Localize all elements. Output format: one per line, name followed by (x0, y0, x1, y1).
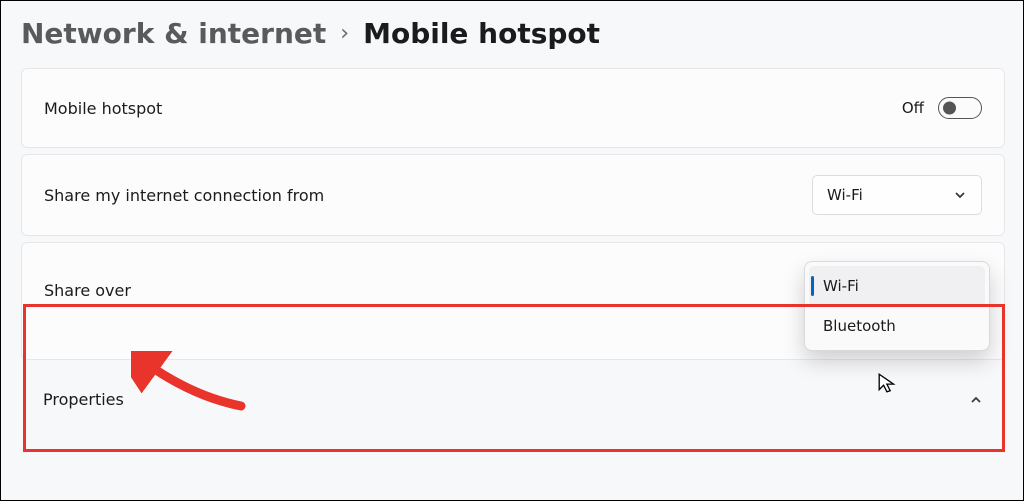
share-over-label: Share over (44, 281, 131, 300)
chevron-down-icon (953, 188, 967, 202)
breadcrumb-current: Mobile hotspot (363, 17, 600, 50)
share-from-value: Wi-Fi (827, 186, 863, 204)
breadcrumb: Network & internet › Mobile hotspot (21, 11, 1005, 68)
chevron-right-icon: › (340, 21, 349, 46)
properties-label: Properties (43, 390, 124, 409)
menu-item-label: Bluetooth (823, 317, 896, 335)
properties-row[interactable]: Properties (21, 366, 1005, 419)
share-from-label: Share my internet connection from (44, 186, 324, 205)
breadcrumb-parent[interactable]: Network & internet (21, 17, 326, 50)
share-from-select[interactable]: Wi-Fi (812, 175, 982, 215)
share-from-row: Share my internet connection from Wi-Fi (21, 154, 1005, 236)
share-over-menu: Wi-Fi Bluetooth (804, 261, 990, 351)
chevron-up-icon (969, 393, 983, 407)
menu-item-label: Wi-Fi (823, 277, 859, 295)
hotspot-toggle-row: Mobile hotspot Off (21, 68, 1005, 148)
share-over-row: Share over Wi-Fi Bluetooth (21, 242, 1005, 360)
share-over-option-bluetooth[interactable]: Bluetooth (809, 306, 985, 346)
share-over-option-wifi[interactable]: Wi-Fi (809, 266, 985, 306)
hotspot-state: Off (902, 99, 924, 117)
hotspot-toggle[interactable] (938, 97, 982, 119)
hotspot-label: Mobile hotspot (44, 99, 162, 118)
